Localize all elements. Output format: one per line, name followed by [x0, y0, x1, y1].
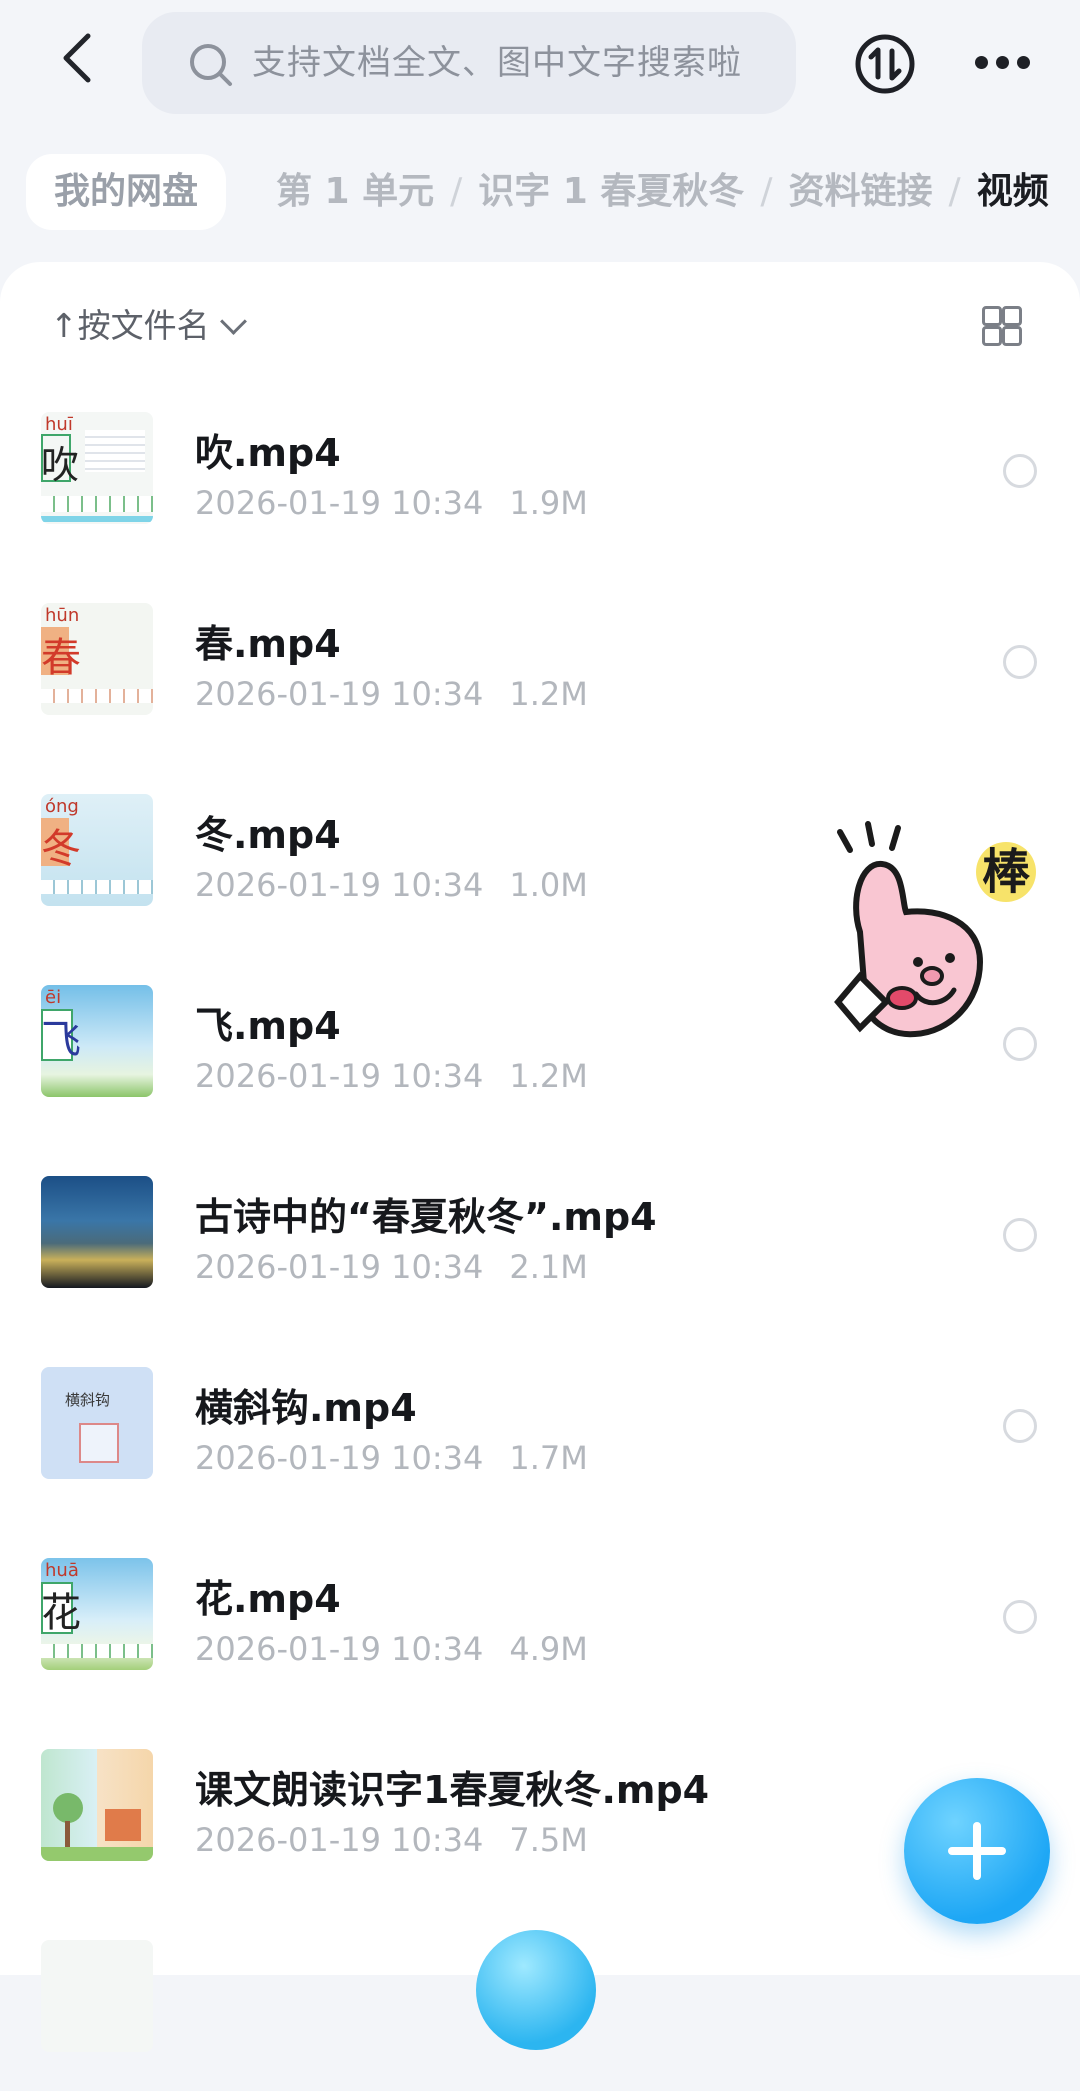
file-row[interactable]: huī 吹 吹.mp4 2026-01-19 10:34 1.9M	[0, 372, 1080, 563]
video-thumbnail	[41, 1749, 153, 1861]
file-date: 2026-01-19 10:34	[195, 1248, 484, 1286]
file-name: 花.mp4	[195, 1577, 341, 1621]
file-meta: 2026-01-19 10:34 7.5M	[195, 1821, 588, 1859]
thumb-char: 春	[41, 635, 81, 681]
thumb-char: 横斜钩	[65, 1391, 111, 1409]
file-name: 横斜钩.mp4	[195, 1386, 417, 1430]
top-bar: 支持文档全文、图中文字搜索啦	[0, 0, 1080, 125]
thumb-pinyin: óng	[45, 796, 79, 817]
breadcrumb: 我的网盘 第 1 单元 / 识字 1 春夏秋冬 / 资料链接 / 视频	[0, 150, 1080, 234]
file-size: 2.1M	[509, 1248, 588, 1286]
add-button[interactable]	[904, 1778, 1050, 1924]
file-name: 春.mp4	[195, 622, 341, 666]
file-date: 2026-01-19 10:34	[195, 1630, 484, 1668]
file-meta: 2026-01-19 10:34 1.2M	[195, 675, 588, 713]
file-date: 2026-01-19 10:34	[195, 484, 484, 522]
search-icon	[190, 44, 232, 86]
file-size: 7.5M	[509, 1821, 588, 1859]
file-date: 2026-01-19 10:34	[195, 1821, 484, 1859]
thumb-pinyin: huī	[45, 414, 73, 435]
transfer-icon[interactable]	[854, 33, 916, 95]
sticker-text: 棒	[982, 844, 1031, 900]
file-date: 2026-01-19 10:34	[195, 866, 484, 904]
video-thumbnail: hūn 春	[41, 603, 153, 715]
sort-arrow-icon: ↑	[50, 306, 78, 345]
thumb-pinyin: huā	[45, 1560, 79, 1581]
thumb-char: 飞	[41, 1017, 81, 1063]
select-radio[interactable]	[1003, 645, 1037, 679]
thumbs-up-sticker: 棒	[834, 821, 1036, 1038]
video-thumbnail	[41, 1940, 153, 2052]
breadcrumb-separator: /	[948, 171, 961, 212]
select-radio[interactable]	[1003, 454, 1037, 488]
search-placeholder: 支持文档全文、图中文字搜索啦	[252, 43, 742, 83]
select-radio[interactable]	[1003, 1600, 1037, 1634]
video-thumbnail: 横斜钩	[41, 1367, 153, 1479]
file-meta: 2026-01-19 10:34 1.7M	[195, 1439, 588, 1477]
video-thumbnail	[41, 1176, 153, 1288]
file-name: 吹.mp4	[195, 431, 341, 475]
sort-label: 按文件名	[77, 306, 210, 345]
thumb-char: 冬	[41, 826, 81, 872]
file-meta: 2026-01-19 10:34 1.2M	[195, 1057, 588, 1095]
file-row[interactable]: huā 花 花.mp4 2026-01-19 10:34 4.9M	[0, 1518, 1080, 1709]
more-icon[interactable]	[975, 56, 1031, 70]
file-name: 飞.mp4	[195, 1004, 341, 1048]
chevron-down-icon	[219, 308, 247, 335]
video-thumbnail: ēi 飞	[41, 985, 153, 1097]
chevron-left-icon[interactable]	[58, 30, 98, 86]
file-size: 1.7M	[509, 1439, 588, 1477]
file-size: 1.0M	[509, 866, 588, 904]
breadcrumb-item[interactable]: 识字 1 春夏秋冬	[478, 171, 744, 212]
video-thumbnail: huī 吹	[41, 412, 153, 524]
file-name: 冬.mp4	[195, 813, 341, 857]
breadcrumb-trail: 第 1 单元 / 识字 1 春夏秋冬 / 资料链接 / 视频	[276, 150, 1049, 234]
grid-view-icon[interactable]	[982, 306, 1022, 346]
breadcrumb-separator: /	[760, 171, 773, 212]
plus-icon-bar	[948, 1847, 1006, 1855]
breadcrumb-home[interactable]: 我的网盘	[26, 154, 226, 230]
file-name: 课文朗读识字1春夏秋冬.mp4	[195, 1768, 710, 1812]
breadcrumb-current: 视频	[976, 171, 1049, 212]
file-date: 2026-01-19 10:34	[195, 1057, 484, 1095]
file-row[interactable]: 古诗中的“春夏秋冬”.mp4 2026-01-19 10:34 2.1M	[0, 1136, 1080, 1327]
file-date: 2026-01-19 10:34	[195, 675, 484, 713]
file-size: 1.9M	[509, 484, 588, 522]
video-thumbnail: huā 花	[41, 1558, 153, 1670]
thumb-char: 花	[41, 1590, 81, 1636]
file-meta: 2026-01-19 10:34 1.0M	[195, 866, 588, 904]
assistant-ball[interactable]	[476, 1930, 596, 2050]
file-row[interactable]: 横斜钩 横斜钩.mp4 2026-01-19 10:34 1.7M	[0, 1327, 1080, 1518]
select-radio[interactable]	[1003, 1409, 1037, 1443]
file-meta: 2026-01-19 10:34 1.9M	[195, 484, 588, 522]
breadcrumb-separator: /	[450, 171, 463, 212]
thumb-pinyin: hūn	[45, 605, 80, 626]
file-size: 4.9M	[509, 1630, 588, 1668]
file-meta: 2026-01-19 10:34 2.1M	[195, 1248, 588, 1286]
file-size: 1.2M	[509, 675, 588, 713]
file-meta: 2026-01-19 10:34 4.9M	[195, 1630, 588, 1668]
file-row[interactable]: hūn 春 春.mp4 2026-01-19 10:34 1.2M	[0, 563, 1080, 754]
breadcrumb-item[interactable]: 资料链接	[789, 171, 933, 212]
file-list-panel: ↑按文件名 huī 吹 吹.mp4 2026-01-19 10:34 1.9M h…	[0, 262, 1080, 2052]
file-date: 2026-01-19 10:34	[195, 1439, 484, 1477]
breadcrumb-item[interactable]: 第 1 单元	[276, 171, 434, 212]
search-bar[interactable]: 支持文档全文、图中文字搜索啦	[142, 12, 796, 114]
select-radio[interactable]	[1003, 1218, 1037, 1252]
file-name: 古诗中的“春夏秋冬”.mp4	[195, 1195, 657, 1239]
sort-button[interactable]: ↑按文件名	[50, 302, 247, 350]
thumb-pinyin: ēi	[45, 987, 62, 1008]
video-thumbnail: óng 冬	[41, 794, 153, 906]
thumb-char: 吹	[41, 443, 80, 487]
file-size: 1.2M	[509, 1057, 588, 1095]
